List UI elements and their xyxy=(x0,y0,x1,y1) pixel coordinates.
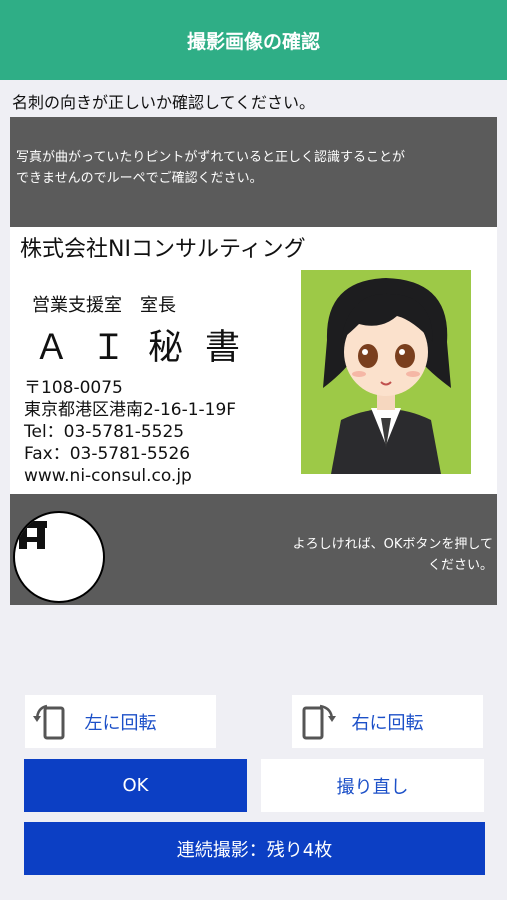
continuous-shooting-button[interactable]: 連続撮影：残り4枚 xyxy=(24,822,485,875)
card-tel: Tel：03-5781-5525 xyxy=(24,422,185,442)
instruction-text: 名刺の向きが正しいか確認してください。 xyxy=(12,93,316,112)
retake-label: 撮り直し xyxy=(336,776,409,798)
page-title: 撮影画像の確認 xyxy=(186,30,320,53)
rotate-right-button[interactable]: 右に回転 xyxy=(292,695,483,748)
warning-text-line2: できませんのでルーペでご確認ください。 xyxy=(16,171,263,186)
ok-label: OK xyxy=(122,775,149,796)
card-web: www.ni-consul.co.jp xyxy=(24,466,192,486)
card-department: 営業支援室 室長 xyxy=(32,295,176,316)
rotate-right-label: 右に回転 xyxy=(351,712,424,734)
ok-button[interactable]: OK xyxy=(24,759,247,812)
card-address: 東京都港区港南2-16-1-19F xyxy=(24,400,237,420)
card-company: 株式会社NIコンサルティング xyxy=(20,237,306,262)
confirm-text-line2: ください。 xyxy=(427,558,493,573)
confirm-message: よろしければ、OKボタンを押して ください。 xyxy=(233,534,493,576)
retake-button[interactable]: 撮り直し xyxy=(261,759,484,812)
continuous-label: 連続撮影：残り4枚 xyxy=(176,839,333,861)
header-bar: 撮影画像の確認 xyxy=(0,0,507,80)
avatar xyxy=(301,270,471,474)
loupe-magnifier[interactable] xyxy=(13,511,105,603)
card-contact: 〒108-0075 東京都港区港南2-16-1-19F Tel：03-5781-… xyxy=(24,377,236,487)
card-fax: Fax：03-5781-5526 xyxy=(24,444,191,464)
warning-overlay: 写真が曲がっていたりピントがずれていると正しく認識することが できませんのでルー… xyxy=(10,117,497,227)
rotate-left-label: 左に回転 xyxy=(84,712,157,734)
rotate-left-icon xyxy=(33,704,65,740)
confirm-text-line1: よろしければ、OKボタンを押して xyxy=(292,537,493,552)
rotate-left-button[interactable]: 左に回転 xyxy=(25,695,216,748)
card-postal: 〒108-0075 xyxy=(24,378,123,398)
card-preview: 写真が曲がっていたりピントがずれていると正しく認識することが できませんのでルー… xyxy=(10,117,497,605)
card-name: ＡＩ秘書 xyxy=(34,328,263,368)
warning-text-line1: 写真が曲がっていたりピントがずれていると正しく認識することが xyxy=(16,150,405,165)
loupe-glyph-icon xyxy=(17,521,47,549)
rotate-right-icon xyxy=(302,704,336,740)
